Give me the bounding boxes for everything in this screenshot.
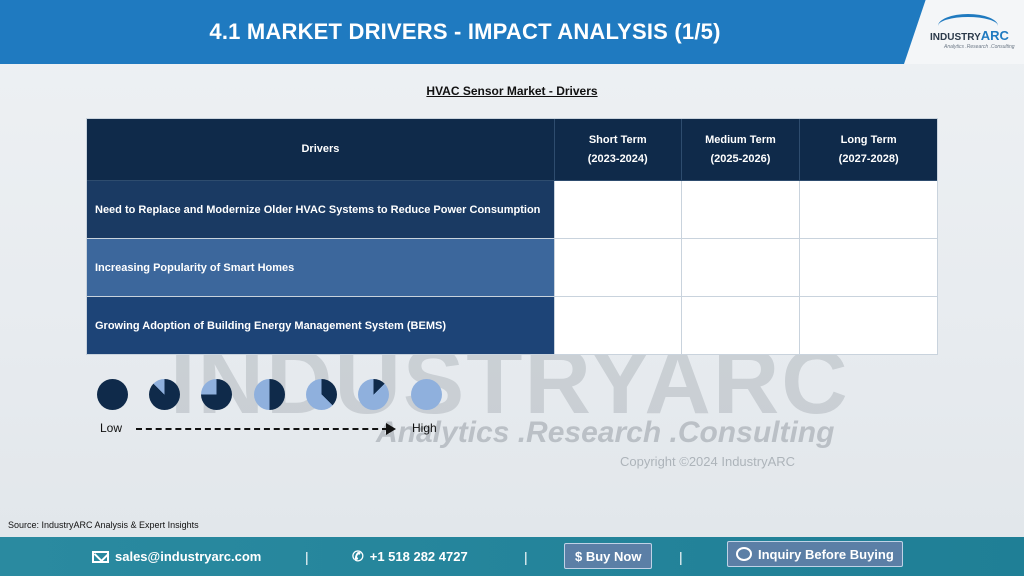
short-term-years: (2023-2024) xyxy=(587,152,648,165)
short-term-cell xyxy=(554,239,682,297)
arrow-right-icon xyxy=(386,423,396,435)
impact-pie-icon xyxy=(97,379,128,410)
header-long-term: Long Term (2027-2028) xyxy=(800,119,937,181)
long-term-cell xyxy=(800,297,937,355)
impact-pie-icon xyxy=(254,379,285,410)
short-term-cell xyxy=(554,181,682,239)
header-short-term: Short Term (2023-2024) xyxy=(554,119,682,181)
medium-term-label: Medium Term xyxy=(705,133,776,146)
footer-bar: sales@industryarc.com | ✆ +1 518 282 472… xyxy=(0,537,1024,576)
impact-legend: Low High xyxy=(96,379,456,439)
footer-separator: | xyxy=(524,548,528,565)
medium-term-years: (2025-2026) xyxy=(710,152,771,165)
impact-pie-icon xyxy=(306,379,337,410)
long-term-cell xyxy=(800,181,937,239)
driver-cell: Growing Adoption of Building Energy Mana… xyxy=(87,297,555,355)
footer-separator: | xyxy=(305,548,309,565)
long-term-cell xyxy=(800,239,937,297)
watermark-copyright: Copyright ©2024 IndustryARC xyxy=(620,454,796,469)
phone-link[interactable]: ✆ +1 518 282 4727 xyxy=(352,537,468,576)
footer-separator: | xyxy=(679,548,683,565)
table-row: Growing Adoption of Building Energy Mana… xyxy=(87,297,937,355)
source-note: Source: IndustryARC Analysis & Expert In… xyxy=(8,520,199,530)
medium-term-cell xyxy=(681,181,801,239)
inquiry-button[interactable]: Inquiry Before Buying xyxy=(727,541,903,567)
inquiry-text: Inquiry Before Buying xyxy=(758,546,894,562)
medium-term-cell xyxy=(681,297,801,355)
long-term-years: (2027-2028) xyxy=(838,152,899,165)
phone-text: +1 518 282 4727 xyxy=(369,549,468,564)
short-term-cell xyxy=(554,297,682,355)
legend-arrow-line xyxy=(136,428,388,430)
short-term-label: Short Term xyxy=(588,133,647,146)
logo-tagline: Analytics .Research .Consulting xyxy=(944,44,1015,50)
logo-text: INDUSTRYARC xyxy=(930,28,1009,43)
long-term-label: Long Term xyxy=(840,133,897,146)
email-text: sales@industryarc.com xyxy=(115,549,262,564)
legend-high-label: High xyxy=(412,421,437,435)
page-title: 4.1 MARKET DRIVERS - IMPACT ANALYSIS (1/… xyxy=(209,19,721,44)
industryarc-logo[interactable]: INDUSTRYARC Analytics .Research .Consult… xyxy=(930,14,1016,54)
driver-cell: Increasing Popularity of Smart Homes xyxy=(87,239,555,297)
impact-pie-icon xyxy=(358,379,389,410)
logo-text-arc: ARC xyxy=(980,28,1009,43)
table-subtitle: HVAC Sensor Market - Drivers xyxy=(426,84,598,98)
header-bar: 4.1 MARKET DRIVERS - IMPACT ANALYSIS (1/… xyxy=(0,0,1024,64)
medium-term-cell xyxy=(681,239,801,297)
impact-pie-icon xyxy=(149,379,180,410)
header-drivers: Drivers xyxy=(87,119,555,181)
mail-icon xyxy=(92,550,109,563)
phone-icon: ✆ xyxy=(352,548,364,564)
table-header-row: Drivers Short Term (2023-2024) Medium Te… xyxy=(87,119,937,181)
impact-pie-icon xyxy=(201,379,232,410)
buy-now-button[interactable]: $ Buy Now xyxy=(564,543,653,569)
impact-pie-icon xyxy=(411,379,442,410)
drivers-table: Drivers Short Term (2023-2024) Medium Te… xyxy=(86,118,938,355)
chat-icon xyxy=(736,547,752,561)
legend-low-label: Low xyxy=(100,421,123,435)
driver-cell: Need to Replace and Modernize Older HVAC… xyxy=(87,181,555,239)
table-row: Need to Replace and Modernize Older HVAC… xyxy=(87,181,937,239)
table-row: Increasing Popularity of Smart Homes xyxy=(87,239,937,297)
email-link[interactable]: sales@industryarc.com xyxy=(92,537,261,576)
header-medium-term: Medium Term (2025-2026) xyxy=(681,119,801,181)
logo-text-main: INDUSTRY xyxy=(930,32,981,43)
